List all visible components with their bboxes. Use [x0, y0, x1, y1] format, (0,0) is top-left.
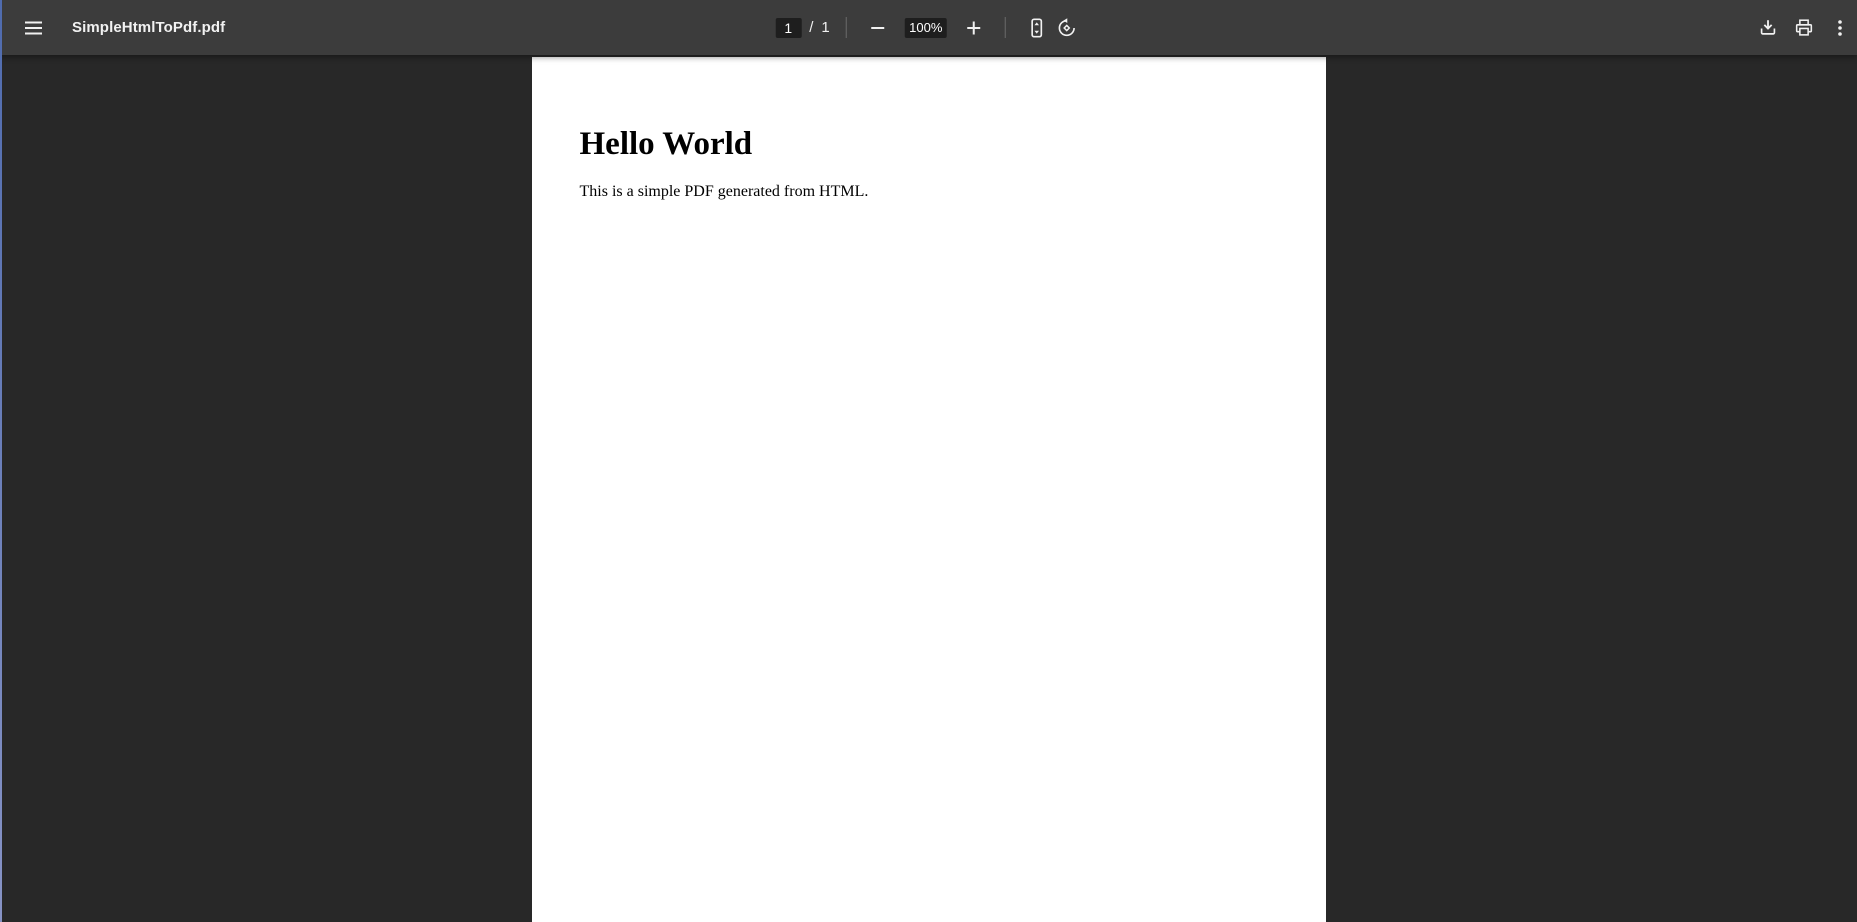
zoom-out-button[interactable]: [863, 13, 893, 43]
toolbar-divider: [1005, 17, 1006, 38]
pdf-viewer-toolbar: SimpleHtmlToPdf.pdf / 1: [0, 0, 1857, 55]
document-title: SimpleHtmlToPdf.pdf: [72, 19, 225, 36]
page-total: 1: [821, 19, 829, 36]
toolbar-center-section: / 1: [775, 0, 1082, 55]
download-icon: [1757, 17, 1779, 39]
page-number-input[interactable]: [775, 18, 801, 38]
pdf-paragraph: This is a simple PDF generated from HTML…: [580, 183, 1278, 201]
download-button[interactable]: [1753, 13, 1783, 43]
print-button[interactable]: [1789, 13, 1819, 43]
page-separator: /: [809, 19, 813, 36]
toolbar-left-section: SimpleHtmlToPdf.pdf: [0, 13, 225, 43]
rotate-counterclockwise-icon: [1056, 17, 1078, 39]
zoom-in-button[interactable]: [959, 13, 989, 43]
more-options-button[interactable]: [1825, 13, 1855, 43]
menu-button[interactable]: [18, 13, 48, 43]
menu-icon: [25, 21, 42, 35]
toolbar-divider: [846, 17, 847, 38]
zoom-level-input[interactable]: [905, 18, 947, 38]
print-icon: [1793, 17, 1815, 39]
rotate-counterclockwise-button[interactable]: [1052, 13, 1082, 43]
minus-icon: [870, 20, 886, 36]
fit-to-page-button[interactable]: [1022, 13, 1052, 43]
plus-icon: [966, 20, 982, 36]
pdf-page: Hello World This is a simple PDF generat…: [532, 57, 1326, 922]
window-edge: [0, 0, 2, 922]
pdf-heading: Hello World: [580, 128, 1278, 161]
fit-to-page-icon: [1026, 17, 1048, 39]
more-options-icon: [1831, 19, 1849, 37]
toolbar-right-section: [1753, 13, 1857, 43]
pdf-canvas[interactable]: Hello World This is a simple PDF generat…: [0, 55, 1857, 922]
